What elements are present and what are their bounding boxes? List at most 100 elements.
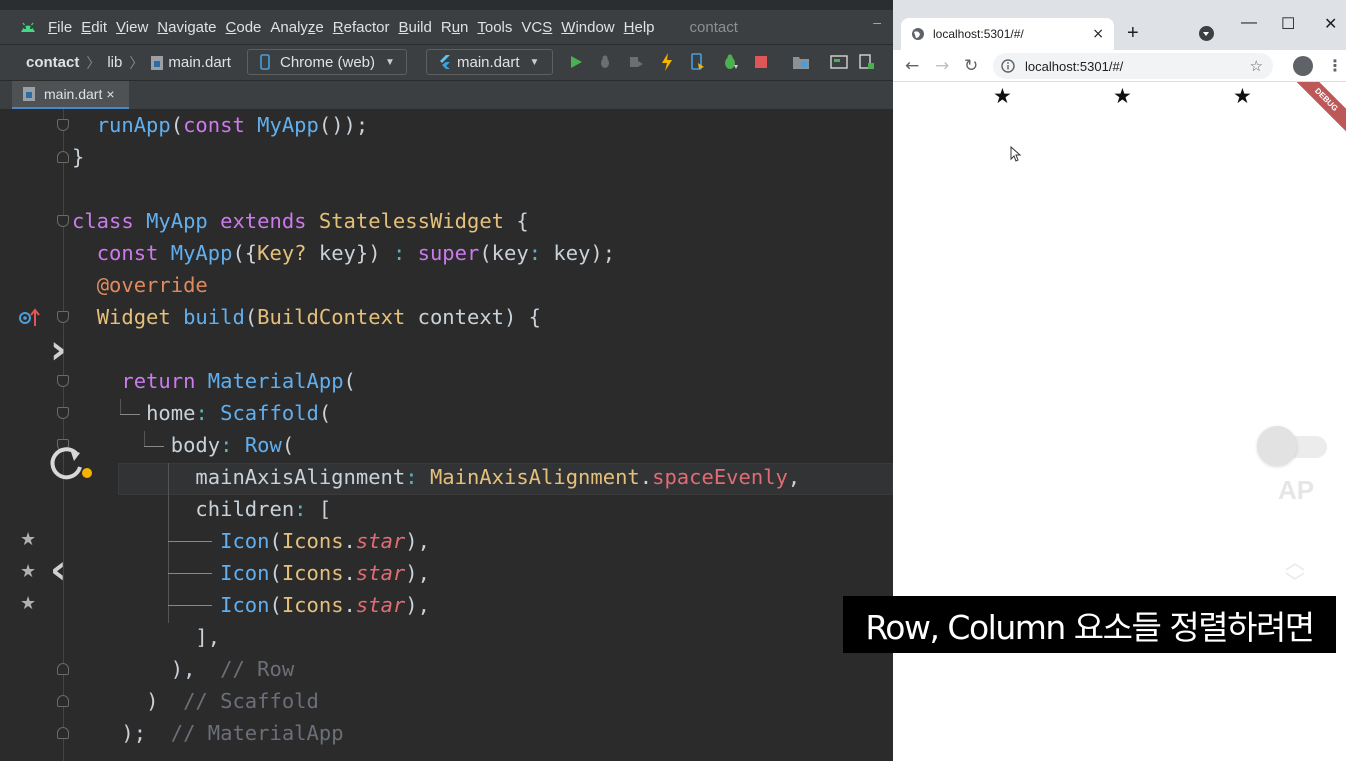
navigation-toolbar: contact 〉 lib 〉 main.dart Chrome (web) ▼… [0, 44, 893, 80]
menu-edit[interactable]: Edit [81, 19, 107, 36]
menu-analyze[interactable]: Analyze [270, 19, 323, 36]
fold-marker-icon[interactable] [57, 151, 69, 163]
menu-run[interactable]: Run [441, 19, 469, 36]
back-button[interactable]: ← [905, 56, 919, 76]
toggle-knob [1257, 426, 1297, 466]
override-method-icon[interactable] [18, 308, 40, 328]
breadcrumb-project[interactable]: contact [26, 54, 79, 71]
device-manager-icon[interactable] [830, 53, 848, 71]
fold-marker-icon[interactable] [57, 375, 69, 387]
tab-main-dart[interactable]: main.dart × [12, 81, 129, 110]
code-editor[interactable]: ★ ★ ★ › ‹ runApp(const MyApp()); } class… [0, 109, 893, 761]
reload-button[interactable]: ↻ [964, 56, 978, 76]
fold-marker-icon[interactable] [57, 663, 69, 675]
attach-debugger-icon[interactable] [721, 53, 739, 71]
breadcrumb-separator: 〉 [86, 54, 101, 71]
ide-minimize-button[interactable]: – [873, 14, 881, 30]
menu-vcs[interactable]: VCS [521, 19, 552, 36]
phone-icon [260, 54, 270, 70]
debug-icon[interactable] [596, 53, 614, 71]
code-line-10: home: Scaffold( [146, 401, 332, 425]
address-bar[interactable]: localhost:5301/#/ ☆ [993, 53, 1273, 79]
profile-avatar-icon[interactable] [1293, 56, 1313, 76]
menu-bar: File Edit View Navigate Code Analyze Ref… [0, 10, 893, 44]
address-bar-url: localhost:5301/#/ [1025, 58, 1124, 74]
breadcrumb-folder[interactable]: lib [107, 54, 122, 71]
device-selector-label: Chrome (web) [280, 53, 376, 71]
stop-icon[interactable] [752, 53, 770, 71]
star-icon: ★ [20, 529, 37, 550]
debug-banner: DEBUG [1277, 82, 1346, 149]
menu-tools[interactable]: Tools [477, 19, 512, 36]
globe-icon [912, 28, 924, 40]
code-line-9: return MaterialApp( [121, 369, 356, 393]
menu-file[interactable]: File [48, 19, 72, 36]
fold-marker-icon[interactable] [57, 119, 69, 131]
android-studio-logo-icon [21, 22, 35, 32]
run-config-selector[interactable]: main.dart ▼ [426, 49, 553, 75]
run-config-label: main.dart [457, 53, 520, 71]
project-structure-icon[interactable] [792, 53, 810, 71]
code-line-1: runApp(const MyApp()); [96, 113, 369, 137]
breadcrumb-separator: 〉 [129, 54, 144, 71]
menu-code[interactable]: Code [226, 19, 262, 36]
chevron-down-icon[interactable]: ﹀ [1285, 572, 1305, 592]
menu-navigate[interactable]: Navigate [157, 19, 216, 36]
browser-maximize-button[interactable]: ☐ [1281, 14, 1295, 34]
fold-marker-icon[interactable] [57, 311, 69, 323]
menu-help[interactable]: Help [624, 19, 655, 36]
chevron-down-icon: ▼ [529, 56, 540, 68]
dart-file-icon [23, 87, 35, 101]
code-line-17: ], [195, 625, 221, 649]
menu-refactor[interactable]: Refactor [333, 19, 390, 36]
project-title: contact [689, 18, 738, 36]
browser-close-button[interactable]: ✕ [1324, 14, 1337, 34]
overlay-label: AP [1278, 475, 1315, 505]
browser-tab[interactable]: localhost:5301/#/ × [901, 18, 1114, 50]
hot-restart-icon[interactable] [689, 53, 707, 71]
page-viewport[interactable]: ★ ★ ★ DEBUG AP ︿ ﹀ [893, 82, 1346, 761]
profile-icon[interactable] [627, 53, 645, 71]
code-line-19: ) // Scaffold [146, 689, 319, 713]
menu-view[interactable]: View [116, 19, 148, 36]
code-line-20: ); // MaterialApp [121, 721, 344, 745]
sdk-manager-icon[interactable] [858, 53, 876, 71]
video-subtitle: Row, Column 요소들 정렬하려면 [843, 596, 1336, 653]
chevron-up-icon[interactable]: ︿ [1285, 552, 1305, 572]
breadcrumb-file[interactable]: main.dart [168, 54, 231, 71]
tab-label: main.dart [44, 86, 103, 102]
flutter-icon [440, 55, 450, 69]
fold-marker-icon[interactable] [57, 215, 69, 227]
new-tab-button[interactable]: + [1127, 22, 1139, 45]
editor-gutter: ★ ★ ★ [0, 109, 92, 761]
overlay-toggle[interactable] [1257, 426, 1327, 466]
code-line-16: Icon(Icons.star), [220, 593, 430, 617]
device-selector[interactable]: Chrome (web) ▼ [247, 49, 407, 75]
menu-window[interactable]: Window [561, 19, 614, 36]
close-icon[interactable]: × [1092, 26, 1104, 42]
bookmark-star-icon[interactable]: ☆ [1250, 57, 1263, 75]
chevron-down-icon: ▼ [385, 56, 395, 68]
hot-reload-icon[interactable] [658, 53, 676, 71]
star-icon: ★ [20, 561, 37, 582]
fold-marker-icon[interactable] [57, 407, 69, 419]
menu-build[interactable]: Build [398, 19, 431, 36]
next-slide-icon[interactable]: › [50, 327, 66, 373]
browser-menu-icon[interactable]: ⋮ [1327, 56, 1343, 75]
fold-marker-icon[interactable] [57, 695, 69, 707]
star-icon: ★ [1113, 84, 1132, 108]
forward-button[interactable]: → [935, 56, 949, 76]
overlay-scroll-arrows: ︿ ﹀ [1285, 552, 1305, 592]
browser-minimize-button[interactable]: — [1241, 14, 1257, 32]
run-icon[interactable] [567, 53, 585, 71]
code-line-11: body: Row( [170, 433, 295, 457]
browser-tab-title: localhost:5301/#/ [933, 27, 1024, 41]
tab-search-icon[interactable] [1199, 26, 1214, 41]
previous-slide-icon[interactable]: ‹ [50, 547, 66, 593]
code-line-15: Icon(Icons.star), [220, 561, 430, 585]
close-icon[interactable]: × [106, 86, 114, 102]
ide-window: File Edit View Navigate Code Analyze Ref… [0, 0, 893, 761]
fold-marker-icon[interactable] [57, 727, 69, 739]
browser-toolbar: ← → ↻ localhost:5301/#/ ☆ ⋮ [893, 50, 1346, 82]
code-line-14: Icon(Icons.star), [220, 529, 430, 553]
